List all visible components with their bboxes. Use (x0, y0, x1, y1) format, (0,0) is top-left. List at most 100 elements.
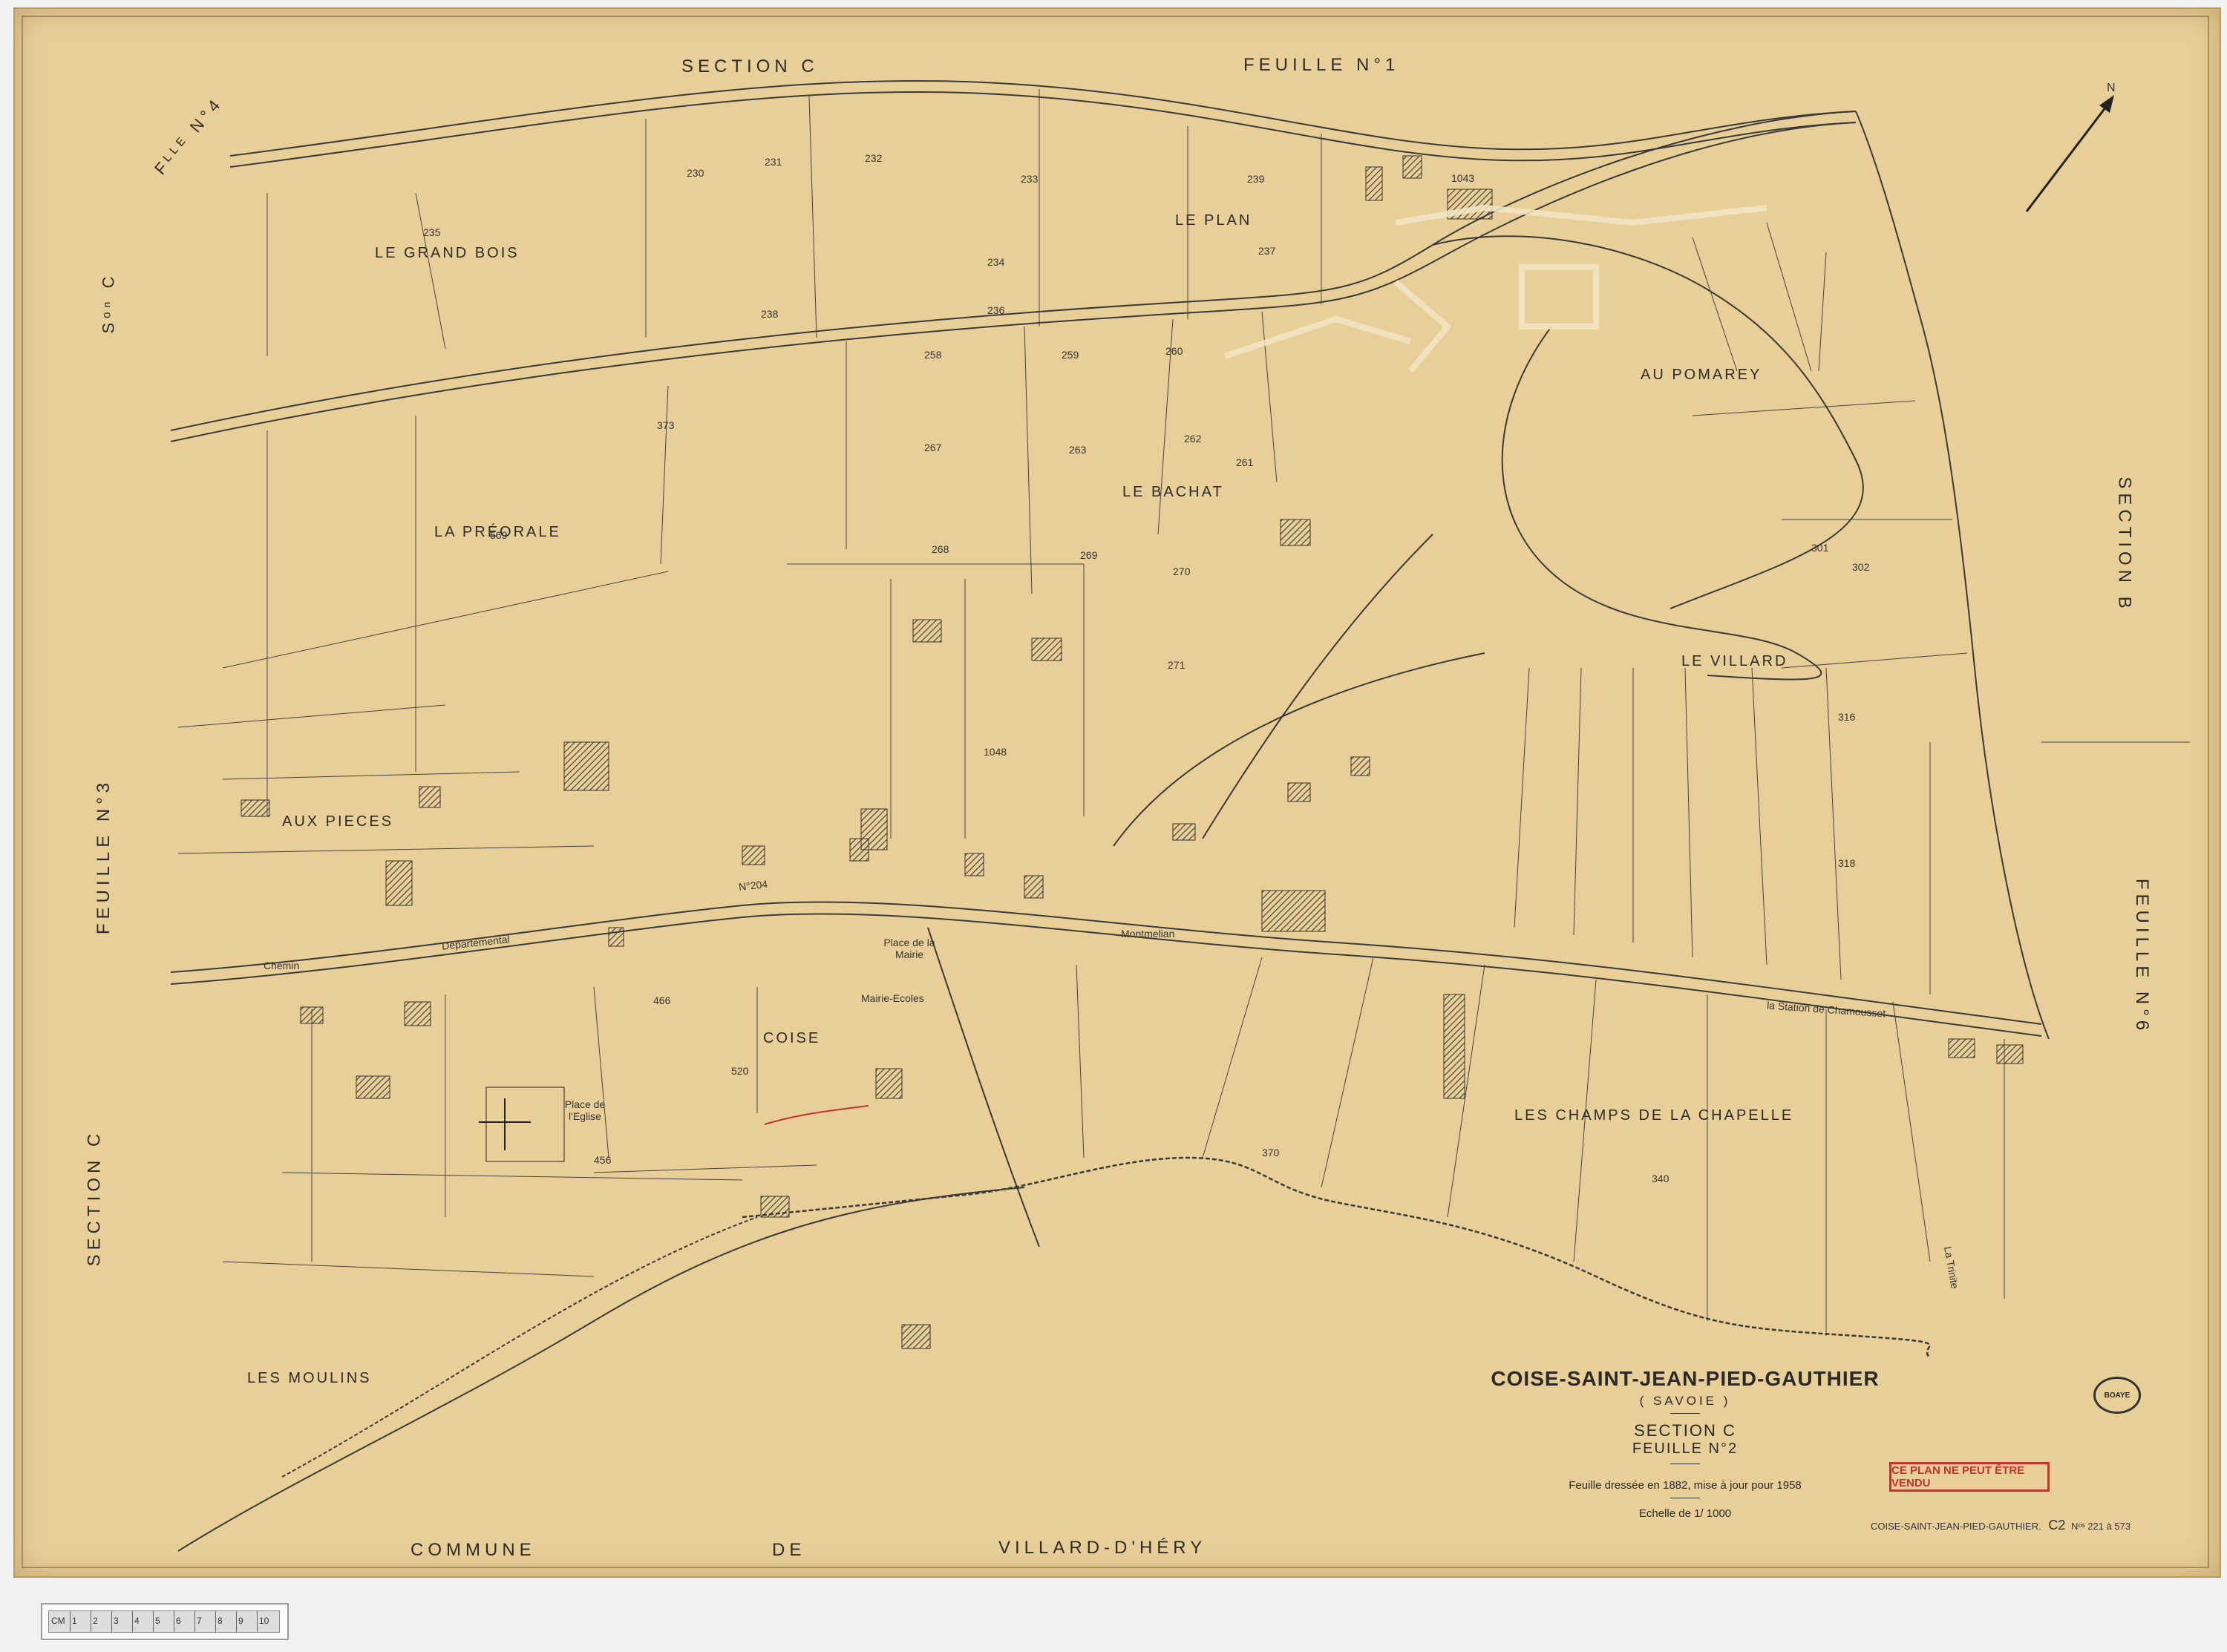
parcel-number: 261 (1236, 456, 1254, 468)
ruler-label: 7 (197, 1616, 202, 1626)
place-les-moulins: LES MOULINS (247, 1370, 372, 1386)
mairie-ecoles-label: Mairie-Ecoles (861, 992, 924, 1004)
ruler-tick (70, 1611, 71, 1632)
parcel-number: 466 (653, 994, 671, 1006)
ruler-label: 4 (134, 1616, 140, 1626)
parcel-number: 520 (731, 1065, 749, 1077)
reference-line: COISE-SAINT-JEAN-PIED-GAUTHIER. C2 Nᵒˢ 2… (1871, 1518, 2130, 1533)
right-section-label: SECTION B (2114, 476, 2135, 613)
ruler-tick (215, 1611, 216, 1632)
road-chemin-label: Chemin (264, 960, 300, 971)
north-label: N (2107, 82, 2116, 94)
place-eglise-label: Place de l'Eglise (564, 1098, 606, 1122)
ruler-label: CM (51, 1616, 65, 1626)
parcel-number: 1048 (984, 746, 1007, 758)
parcel-number: 263 (1069, 444, 1087, 456)
parcel-number: 267 (924, 442, 942, 453)
ruler-label: 8 (218, 1616, 223, 1626)
parcel-number: 231 (765, 156, 782, 168)
place-le-grand-bois: LE GRAND BOIS (375, 245, 520, 261)
parcel-number: 237 (1258, 245, 1276, 257)
parcel-number: 1043 (1451, 172, 1475, 184)
parcel-number: 233 (1021, 173, 1039, 185)
ruler-tick (194, 1611, 195, 1632)
left-section-label: SECTION C (84, 1129, 105, 1267)
ruler-tick (111, 1611, 112, 1632)
bottom-villard-label: VILLARD-D'HÉRY (998, 1538, 1207, 1558)
place-au-pomarey: AU POMAREY (1641, 367, 1762, 383)
parcel-number: 316 (1838, 711, 1856, 723)
ruler-label: 9 (238, 1616, 243, 1626)
reference-numbers: Nᵒˢ 221 à 573 (2070, 1521, 2131, 1532)
parcel-number: 269 (1080, 549, 1098, 561)
buildings (241, 155, 2024, 1349)
parcel-number: 236 (987, 304, 1005, 316)
parcel-number: 238 (761, 308, 779, 320)
place-le-villard: LE VILLARD (1681, 653, 1788, 669)
title-block: COISE-SAINT-JEAN-PIED-GAUTHIER ( SAVOIE … (1455, 1367, 1915, 1520)
parcel-number: 270 (1173, 566, 1191, 577)
top-feuille-label: FEUILLE N°1 (1243, 55, 1400, 75)
place-le-bachat: LE BACHAT (1122, 484, 1224, 500)
title-divider (1670, 1413, 1700, 1414)
place-coise: COISE (763, 1030, 821, 1046)
place-le-plan: LE PLAN (1175, 212, 1252, 229)
parcel-number: 259 (1062, 349, 1079, 361)
measuring-ruler: CM 1 2 3 4 5 6 7 8 9 10 (41, 1603, 289, 1640)
reference-commune: COISE-SAINT-JEAN-PIED-GAUTHIER. (1871, 1521, 2041, 1532)
feuille-title: FEUILLE N°2 (1632, 1440, 1739, 1457)
reference-code: C2 (2048, 1518, 2066, 1533)
parcel-number: 301 (1811, 542, 1829, 554)
ruler-label: 10 (259, 1616, 269, 1626)
place-les-champs: LES CHAMPS DE LA CHAPELLE (1514, 1107, 1794, 1124)
parcel-number: 373 (657, 419, 675, 431)
bottom-de-label: DE (772, 1540, 806, 1560)
ruler-label: 5 (155, 1616, 160, 1626)
red-pencil-mark (764, 1105, 869, 1125)
parcel-number: 262 (1184, 433, 1202, 445)
section-title: SECTION C (1634, 1421, 1736, 1440)
scale-note: Echelle de 1/ 1000 (1638, 1507, 1732, 1520)
road-montmelian-label: Montmelian (1121, 928, 1175, 940)
parcel-number: 456 (594, 1154, 612, 1166)
parcel-number: 370 (1262, 1147, 1280, 1158)
ruler-scale: CM 1 2 3 4 5 6 7 8 9 10 (48, 1610, 280, 1633)
right-feuille-label: FEUILLE N°6 (2132, 878, 2153, 1035)
parcel-number: 340 (1652, 1173, 1670, 1184)
bottom-commune-label: COMMUNE (411, 1540, 536, 1560)
place-mairie-label: Place de la Mairie (883, 937, 935, 960)
ruler-tick (257, 1611, 258, 1632)
parcel-number: 268 (932, 543, 949, 555)
parcel-number: 235 (423, 226, 441, 238)
parcel-number: 230 (687, 167, 704, 179)
ruler-label: 6 (176, 1616, 181, 1626)
neatline (22, 16, 2209, 1568)
river-lower (281, 1216, 758, 1478)
not-for-sale-stamp: CE PLAN NE PEUT ÊTRE VENDU (1889, 1462, 2050, 1492)
road-network (170, 79, 2050, 1552)
parcel-number: 239 (1247, 173, 1265, 185)
top-section-label: SECTION C (681, 56, 819, 76)
left-feuille-label: FEUILLE N°3 (94, 778, 114, 935)
place-aux-pieces: AUX PIECES (282, 813, 394, 830)
parcel-lines (177, 89, 2190, 1336)
parcel-number: 258 (924, 349, 942, 361)
title-divider-2 (1670, 1463, 1700, 1464)
parcel-number: 260 (1165, 345, 1183, 357)
parcel-number: 271 (1168, 659, 1186, 671)
seal-stamp: BOAYE (2093, 1377, 2141, 1414)
parcel-number: 232 (865, 152, 883, 164)
dressee-note: Feuille dressée en 1882, mise à jour pou… (1569, 1479, 1802, 1492)
ruler-label: 1 (72, 1616, 77, 1626)
parcel-number: 234 (987, 256, 1005, 268)
correction-marks (1223, 204, 1767, 373)
parcel-number: 569 (490, 529, 508, 541)
north-arrow-icon (2025, 95, 2114, 212)
ruler-tick (236, 1611, 237, 1632)
ruler-label: 2 (93, 1616, 98, 1626)
ruler-tick (153, 1611, 154, 1632)
ruler-label: 3 (114, 1616, 119, 1626)
parcel-number: 318 (1838, 857, 1856, 869)
department-label: ( SAVOIE ) (1639, 1394, 1731, 1408)
ruler-tick (132, 1611, 133, 1632)
